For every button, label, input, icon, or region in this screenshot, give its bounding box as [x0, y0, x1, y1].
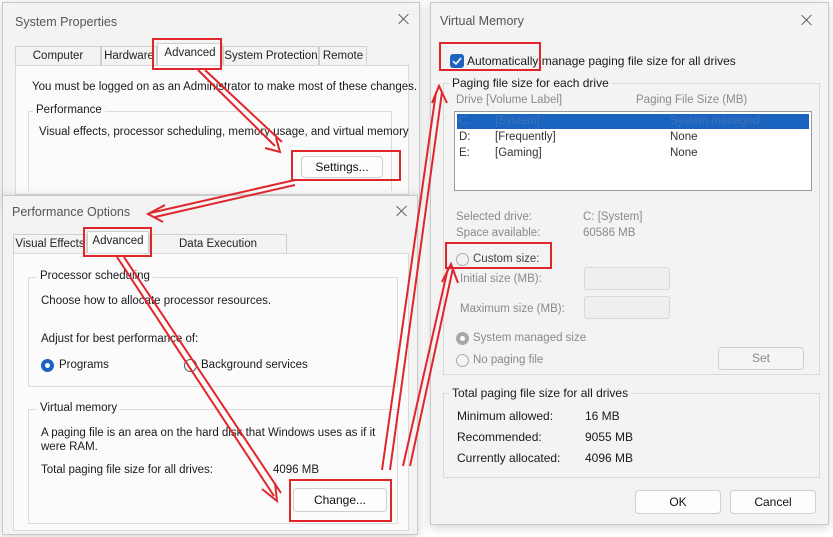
max-size-label: Maximum size (MB):	[460, 303, 565, 315]
auto-manage-checkbox[interactable]	[450, 54, 464, 68]
recommended-label: Recommended:	[457, 430, 542, 444]
processor-desc: Choose how to allocate processor resourc…	[41, 295, 272, 307]
tab-remote[interactable]: Remote	[319, 46, 367, 66]
performance-label: Performance	[33, 104, 105, 116]
selected-drive-value: C: [System]	[583, 211, 643, 223]
total-group-label: Total paging file size for all drives	[449, 386, 632, 400]
drive-row-e[interactable]: E: [Gaming] None	[457, 146, 809, 161]
drive-row-d[interactable]: D: [Frequently] None	[457, 130, 809, 145]
advanced-panel: You must be logged on as an Administrato…	[15, 65, 417, 195]
processor-scheduling-group: Processor scheduling Choose how to alloc…	[28, 270, 398, 387]
paging-group-label: Paging file size for each drive	[449, 76, 612, 90]
window-title: System Properties	[15, 15, 118, 29]
tab-hardware[interactable]: Hardware	[101, 46, 157, 66]
advanced-panel: Processor scheduling Choose how to alloc…	[13, 253, 409, 531]
tab-advanced[interactable]: Advanced	[87, 231, 149, 254]
admin-note: You must be logged on as an Administrato…	[32, 81, 418, 93]
drive-list[interactable]: C: [System] System managed D: [Frequentl…	[454, 111, 812, 191]
recommended-value: 9055 MB	[585, 430, 634, 444]
programs-label[interactable]: Programs	[59, 359, 109, 371]
performance-options-window: Performance Options Visual Effects Advan…	[2, 195, 418, 535]
set-button[interactable]: Set	[718, 347, 804, 370]
checkmark-icon	[452, 57, 462, 66]
total-paging-label: Total paging file size for all drives:	[41, 464, 213, 476]
currently-allocated-label: Currently allocated:	[457, 451, 561, 465]
adjust-label: Adjust for best performance of:	[41, 333, 199, 345]
col-size-header: Paging File Size (MB)	[636, 94, 748, 106]
total-paging-group: Total paging file size for all drives Mi…	[443, 386, 820, 478]
programs-radio[interactable]	[41, 359, 54, 372]
ok-button[interactable]: OK	[635, 490, 721, 514]
system-managed-label[interactable]: System managed size	[473, 332, 586, 344]
virtual-memory-label: Virtual memory	[37, 402, 121, 414]
total-paging-value: 4096 MB	[273, 464, 320, 476]
background-services-label[interactable]: Background services	[201, 359, 308, 371]
vm-desc-line1: A paging file is an area on the hard dis…	[41, 427, 376, 439]
settings-button[interactable]: Settings...	[301, 156, 383, 178]
custom-size-label[interactable]: Custom size:	[473, 253, 539, 265]
change-button[interactable]: Change...	[293, 488, 387, 512]
auto-manage-label[interactable]: Automatically manage paging file size fo…	[467, 54, 736, 68]
custom-size-radio[interactable]	[456, 253, 469, 266]
selected-drive-label: Selected drive:	[456, 211, 533, 223]
close-icon[interactable]	[800, 13, 814, 27]
system-managed-radio[interactable]	[456, 332, 469, 345]
cancel-button[interactable]: Cancel	[730, 490, 816, 514]
tab-computer-name[interactable]: Computer Name	[15, 46, 101, 80]
tab-advanced[interactable]: Advanced	[157, 43, 223, 66]
background-services-radio[interactable]	[184, 359, 197, 372]
tab-visual-effects[interactable]: Visual Effects	[13, 234, 87, 254]
virtual-memory-group: Virtual memory A paging file is an area …	[28, 402, 398, 524]
tab-system-protection[interactable]: System Protection	[223, 46, 319, 66]
processor-label: Processor scheduling	[37, 270, 153, 282]
performance-desc: Visual effects, processor scheduling, me…	[39, 126, 409, 138]
initial-size-label: Initial size (MB):	[460, 273, 542, 285]
titlebar: Virtual Memory	[431, 3, 828, 35]
drive-row-c[interactable]: C: [System] System managed	[457, 114, 809, 129]
performance-group: Performance Visual effects, processor sc…	[28, 104, 409, 191]
max-size-input[interactable]	[584, 296, 670, 319]
min-allowed-value: 16 MB	[585, 409, 620, 423]
min-allowed-label: Minimum allowed:	[457, 409, 554, 423]
tab-data-execution-prevention[interactable]: Data Execution Prevention	[149, 234, 287, 268]
initial-size-input[interactable]	[584, 267, 670, 290]
vm-desc-line2: were RAM.	[41, 441, 98, 453]
space-available-value: 60586 MB	[583, 227, 636, 239]
currently-allocated-value: 4096 MB	[585, 451, 634, 465]
no-paging-radio[interactable]	[456, 354, 469, 367]
system-properties-window: System Properties Computer Name Hardware…	[2, 2, 420, 202]
titlebar: Performance Options	[3, 196, 417, 228]
no-paging-label[interactable]: No paging file	[473, 354, 543, 366]
close-icon[interactable]	[395, 204, 409, 218]
window-title: Virtual Memory	[440, 14, 524, 28]
col-drive-header: Drive [Volume Label]	[456, 94, 563, 106]
close-icon[interactable]	[397, 12, 411, 26]
virtual-memory-window: Virtual Memory Automatically manage pagi…	[430, 2, 829, 525]
space-available-label: Space available:	[456, 227, 541, 239]
titlebar: System Properties	[3, 3, 419, 35]
paging-file-group: Paging file size for each drive Drive [V…	[443, 76, 820, 375]
window-title: Performance Options	[12, 205, 131, 219]
